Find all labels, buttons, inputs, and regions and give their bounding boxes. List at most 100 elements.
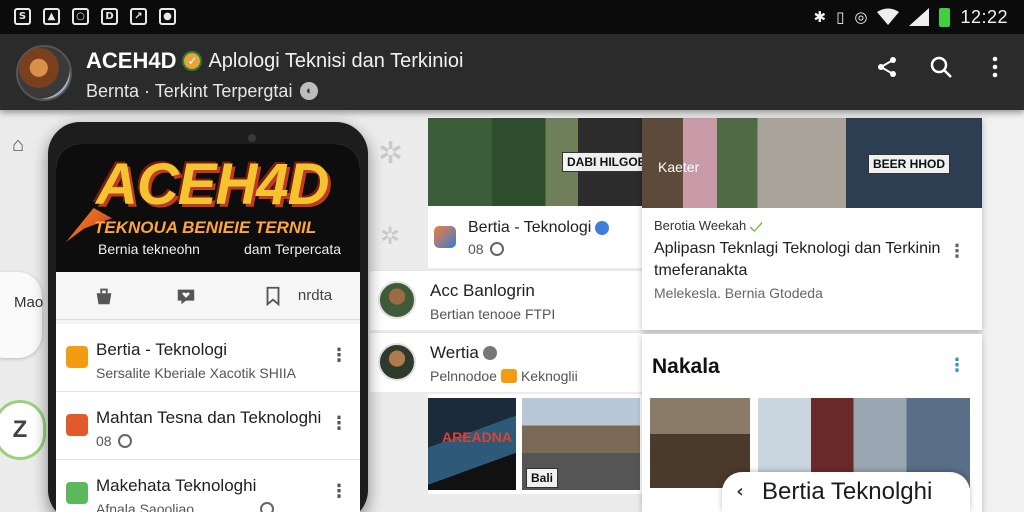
feed-top-card[interactable]: DABI HILGOE Bertia - Teknologi 08 [428,118,642,268]
channel-avatar[interactable] [16,45,72,101]
shield-icon: ● [159,8,176,25]
hero-slogan: TEKNOUA BENIEIE TERNIL [94,218,317,237]
article-category-icon [66,414,88,436]
share-icon [878,57,896,77]
feed-row-subtitle-suffix: Keknoglii [520,368,578,384]
list-item-title: Makehata Teknologhi [96,476,257,495]
feed-row[interactable]: Acc Banlogrin Bertian tenooe FTPI [370,270,642,330]
article-category-text: Berotia Weekah [654,218,747,233]
bag-icon [96,288,112,305]
home-icon[interactable]: ⌂ [12,134,36,158]
tab-saved-label: nrdta [297,287,333,304]
feed-row-title-text: Wertia [430,343,479,362]
feed-row-title: Wertia [430,343,497,363]
status-icons: ✱ ▯ ◎ 12:22 [814,6,1008,28]
right-edge-panel [982,112,1024,512]
verified-icon [595,221,610,235]
vibrate-icon: ▯ [836,8,845,26]
feed-top-image: DABI HILGOE [428,118,642,206]
article-category-icon [66,482,88,504]
clock-icon [260,502,275,512]
author-avatar[interactable] [378,281,416,319]
list-item-title: Bertia - Teknologi [96,340,228,359]
category-pill-label: Bertia Teknolghi [762,478,933,505]
hero-logo: ACEH4D [96,152,329,217]
list-item-title: Mahtan Tesna dan Teknologhi [96,408,322,427]
s-app-icon: S [14,8,31,25]
heart-chat-icon [177,289,195,305]
news-feed: DABI HILGOE Bertia - Teknologi 08 Acc Ba… [370,118,642,512]
more-vert-icon[interactable]: ⋮ [330,346,348,366]
section-heading: Nakala [652,355,720,378]
hero-banner: ACEH4D TEKNOUA BENIEIE TERNIL Bernia tek… [56,144,360,272]
tab-home[interactable] [90,282,118,310]
tab-saved[interactable]: nrdta [252,282,342,310]
tab-favorite[interactable] [172,282,200,310]
more-vert-icon[interactable]: ⋮ [330,482,348,502]
rail-badge[interactable]: Z [0,400,46,460]
clock: 12:22 [960,7,1008,27]
chart-icon: ↗ [130,8,147,25]
app-tagline: Aplologi Teknisi dan Terkinioi [208,50,464,72]
thumbnail[interactable]: Bali [522,398,640,490]
hero-sub-left: Bernia tekneohn [98,241,200,257]
article-meta: Melekesla. Bernia Gtodeda [654,285,823,301]
bookmark-icon [266,286,280,307]
list-item-subtitle-text: Afnala Saooliao [96,501,195,512]
feed-row-subtitle-prefix: Pelnnodoe [430,368,497,384]
rail-card[interactable] [0,272,42,358]
wifi-icon [877,8,900,25]
battery-icon [939,7,951,27]
featured-image: Kaeter BEER HHOD [642,118,982,208]
list-item[interactable]: Makehata Teknologhi Afnala Saooliao ⋮ [56,460,360,512]
phone-screen: ACEH4D TEKNOUA BENIEIE TERNIL Bernia tek… [56,144,360,512]
app-subtitle-text: Bernta · Terkint Terpergtai [86,81,293,101]
app-brand: ACEH4D [86,48,177,73]
chevron-left-icon[interactable]: ‹ [726,480,754,504]
info-icon[interactable]: ◐ [300,82,319,100]
feed-row[interactable]: Wertia Pelnnodoe Keknoglii [370,332,642,392]
system-status-bar: S ▲ ○ D ↗ ● ✱ ▯ ◎ 12:22 [0,0,1024,34]
more-options-button[interactable] [982,54,1008,80]
search-icon [930,56,952,78]
verified-icon [482,346,497,360]
list-item-subtitle-text: Sersalite Kberiale Xacotik SHIIA [96,365,296,381]
list-item-subtitle: Afnala Saooliao [96,500,275,512]
signal-icon [909,8,930,26]
feed-row-title: Acc Banlogrin [430,281,535,300]
alarm-icon: ◎ [854,8,868,26]
phone-camera [248,134,256,142]
more-vert-icon[interactable]: ⋮ [948,354,966,378]
list-item[interactable]: Mahtan Tesna dan Teknologhi 08 ⋮ [56,392,360,460]
share-button[interactable] [874,54,900,80]
app-subtitle: Bernta · Terkint Terpergtai ◐ [86,80,319,102]
rail-card-text: Mao DQ · iair [14,294,50,311]
feed-top-meta: 08 [468,240,504,258]
feed-top-title-text: Bertia - Teknologi [468,219,592,236]
list-item-subtitle: Sersalite Kberiale Xacotik SHIIA [96,364,296,382]
more-vert-icon[interactable]: ⋮ [948,242,966,262]
thumbnail[interactable]: AREADNA [428,398,516,490]
clock-icon [117,434,132,448]
featured-article-card[interactable]: Kaeter BEER HHOD Berotia Weekah Aplipasn… [642,118,982,330]
search-button[interactable] [928,54,954,80]
article-title: Aplipasn Teknlagi Teknologi dan Terkinin… [654,240,941,279]
image-caption: Kaeter [658,159,700,175]
article-category: Berotia Weekah [654,218,763,234]
phone-mockup: ACEH4D TEKNOUA BENIEIE TERNIL Bernia tek… [48,122,368,512]
phone-tab-bar: nrdta [56,272,360,320]
notification-icons: S ▲ ○ D ↗ ● [14,8,176,25]
feed-top-meta-text: 08 [468,241,484,257]
author-avatar[interactable] [378,343,416,381]
check-icon [750,221,763,232]
thumbnail-label: AREADNA [442,429,512,445]
image-icon: ▲ [43,8,60,25]
feed-row-subtitle: Bertian tenooe FTPI [430,306,556,322]
feed-row-subtitle: Pelnnodoe Keknoglii [430,367,578,385]
phone-article-list: Bertia - Teknologi Sersalite Kberiale Xa… [56,324,360,512]
category-pill[interactable]: ‹ Bertia Teknolghi [722,472,970,512]
list-item[interactable]: Bertia - Teknologi Sersalite Kberiale Xa… [56,324,360,392]
more-vert-icon[interactable]: ⋮ [330,414,348,434]
category-chip-icon [500,369,517,383]
thumbnail-label: Bali [526,468,559,488]
